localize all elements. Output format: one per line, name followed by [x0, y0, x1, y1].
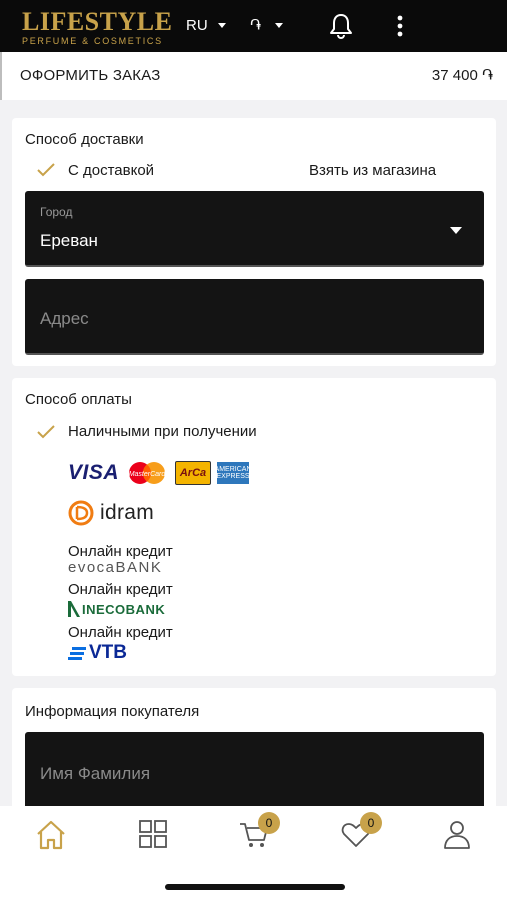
mastercard-logo: MasterCard: [125, 461, 169, 485]
credit-vtb-label[interactable]: Онлайн кредит: [68, 624, 173, 641]
check-icon: [36, 162, 56, 178]
delivery-title: Способ доставки: [25, 131, 144, 148]
wishlist-count-badge: 0: [360, 812, 382, 834]
idram-icon: [68, 500, 94, 526]
city-label: Город: [40, 205, 73, 219]
home-indicator: [165, 884, 345, 890]
inecobank-label: INECOBANK: [82, 601, 166, 617]
currency-label: ֏: [250, 17, 262, 34]
vtb-label: VTB: [89, 642, 127, 663]
city-value: Ереван: [40, 231, 98, 250]
address-input[interactable]: Адрес: [25, 279, 484, 355]
payment-title: Способ оплаты: [25, 391, 132, 408]
chevron-down-icon: [275, 23, 284, 28]
delivery-option-pickup[interactable]: Взять из магазина: [309, 162, 436, 179]
check-icon: [36, 424, 56, 440]
vtb-icon: [68, 647, 86, 660]
page-title: ОФОРМИТЬ ЗАКАЗ: [20, 67, 161, 84]
cart-icon[interactable]: 0: [238, 812, 280, 858]
payment-section: Способ оплаты Наличными при получении VI…: [12, 378, 496, 676]
catalog-grid-icon[interactable]: [137, 818, 177, 858]
chevron-down-icon: [450, 227, 462, 234]
language-selector[interactable]: RU: [186, 17, 226, 34]
buyer-section: Информация покупателя Имя Фамилия: [12, 688, 496, 822]
cart-count-badge: 0: [258, 812, 280, 834]
buyer-title: Информация покупателя: [25, 703, 200, 720]
idram-label: idram: [100, 501, 155, 524]
delivery-option-courier[interactable]: С доставкой: [68, 162, 154, 179]
chevron-down-icon: [217, 23, 226, 28]
currency-selector[interactable]: ֏: [250, 17, 284, 34]
city-select[interactable]: Город Ереван: [25, 191, 484, 267]
delivery-section: Способ доставки С доставкой Взять из маг…: [12, 118, 496, 366]
credit-evoca-label[interactable]: Онлайн кредит: [68, 543, 173, 560]
evocabank-logo: evocaBANK: [68, 559, 163, 576]
heart-icon[interactable]: 0: [340, 812, 382, 858]
language-label: RU: [186, 17, 208, 34]
idram-payment-option[interactable]: idram: [68, 500, 154, 526]
inecobank-logo: INECOBANK: [68, 601, 165, 617]
mastercard-text: MasterCard: [129, 471, 167, 478]
payment-option-cash[interactable]: Наличными при получении: [68, 423, 257, 440]
credit-ineco-label[interactable]: Онлайн кредит: [68, 581, 173, 598]
profile-icon[interactable]: [441, 818, 481, 858]
address-placeholder: Адрес: [40, 309, 89, 328]
vtb-logo: VTB: [68, 642, 127, 664]
name-placeholder: Имя Фамилия: [40, 764, 151, 783]
order-header: ОФОРМИТЬ ЗАКАЗ 37 400 ֏: [0, 52, 507, 100]
visa-logo: VISA: [68, 461, 120, 484]
amex-logo: AMERICAN EXPRESS: [215, 462, 252, 484]
order-total: 37 400 ֏: [431, 67, 493, 84]
logo-title: LIFESTYLE: [22, 7, 173, 36]
logo-subtitle: PERFUME & COSMETICS: [22, 36, 163, 46]
arca-logo: ArCa: [175, 461, 212, 485]
inecobank-icon: [68, 601, 80, 617]
more-menu-icon[interactable]: [392, 14, 408, 38]
home-icon[interactable]: [34, 818, 74, 858]
logo[interactable]: LIFESTYLE PERFUME & COSMETICS: [22, 7, 173, 47]
bell-icon[interactable]: [328, 12, 354, 40]
card-payment-option[interactable]: VISA MasterCard ArCa AMERICAN EXPRESS: [68, 461, 252, 485]
top-bar: LIFESTYLE PERFUME & COSMETICS RU ֏: [0, 0, 507, 52]
